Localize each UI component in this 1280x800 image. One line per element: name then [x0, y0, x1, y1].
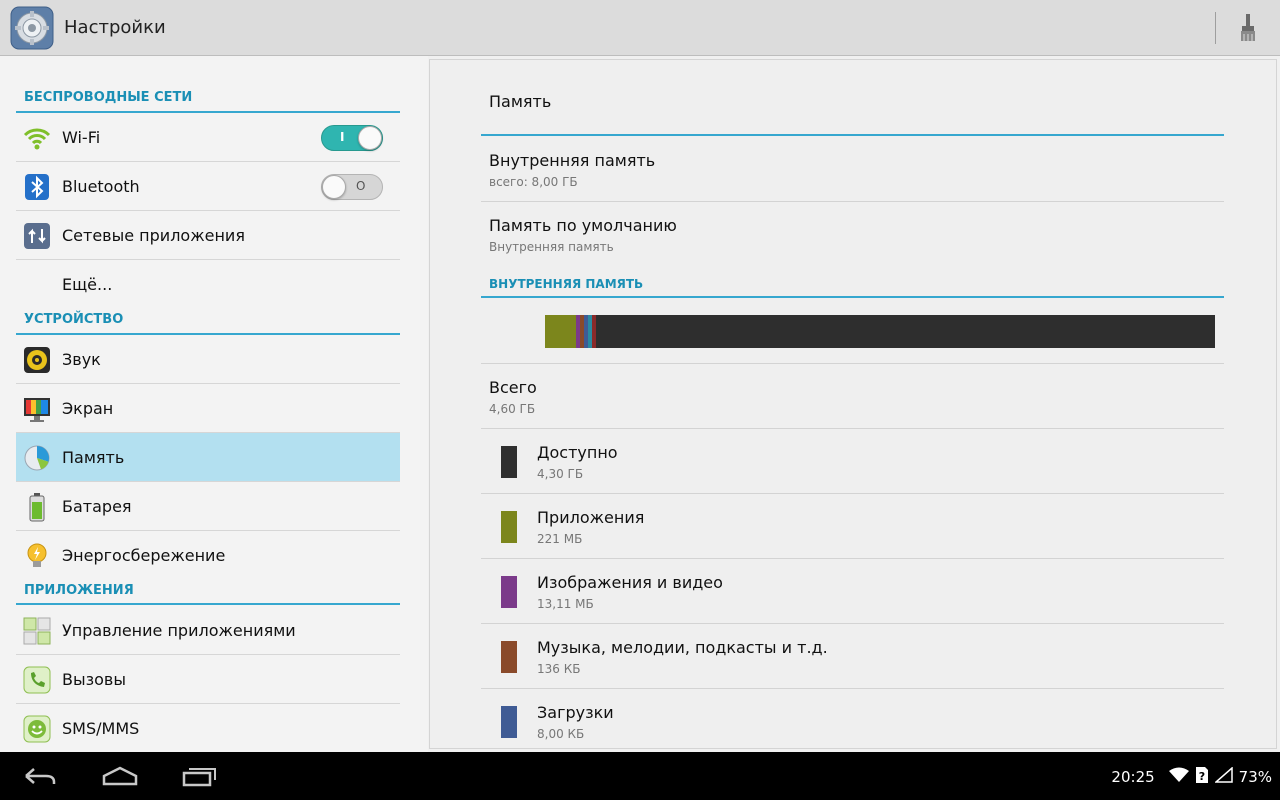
- status-area: 20:25 ? 73%: [1111, 766, 1272, 788]
- legend-summary: 8,00 КБ: [537, 727, 585, 741]
- sidebar-item-battery[interactable]: Батарея: [16, 482, 400, 531]
- sms-icon: [22, 714, 52, 744]
- action-bar-divider: [1215, 12, 1216, 44]
- pref-title: Внутренняя память: [489, 151, 656, 170]
- sidebar-item-label: Ещё...: [62, 275, 113, 294]
- legend-swatch: [501, 576, 517, 608]
- back-icon[interactable]: [10, 760, 70, 792]
- wifi-toggle[interactable]: I: [321, 125, 383, 151]
- sidebar-item-app-manager[interactable]: Управление приложениями: [16, 606, 400, 655]
- app-manager-icon: [22, 616, 52, 646]
- sidebar-item-display[interactable]: Экран: [16, 384, 400, 433]
- legend-summary: 4,30 ГБ: [537, 467, 584, 481]
- sidebar-item-label: Память: [62, 448, 125, 467]
- storage-panel: Память Внутренняя память всего: 8,00 ГБ …: [429, 59, 1277, 749]
- sidebar-item-label: Сетевые приложения: [62, 226, 245, 245]
- sidebar-item-more[interactable]: Ещё...: [16, 260, 400, 309]
- sidebar-item-label: Управление приложениями: [62, 621, 296, 640]
- sidebar-item-network-apps[interactable]: Сетевые приложения: [16, 211, 400, 260]
- status-signal-icon: [1213, 766, 1233, 787]
- sidebar-item-label: Звук: [62, 350, 101, 369]
- sidebar-item-sound[interactable]: Звук: [16, 335, 400, 384]
- sidebar-item-storage[interactable]: Память: [16, 433, 400, 482]
- pref-internal-storage[interactable]: Внутренняя память всего: 8,00 ГБ: [481, 137, 1224, 202]
- sidebar-item-label: Wi-Fi: [62, 128, 101, 147]
- toggle-mark: O: [356, 179, 366, 193]
- status-sim-icon: ?: [1195, 766, 1209, 788]
- legend-music[interactable]: Музыка, мелодии, подкасты и т.д. 136 КБ: [481, 624, 1224, 689]
- bluetooth-toggle[interactable]: O: [321, 174, 383, 200]
- toggle-knob: [322, 175, 346, 199]
- category-wireless: БЕСПРОВОДНЫЕ СЕТИ: [24, 90, 193, 105]
- phone-icon: [22, 665, 52, 695]
- legend-title: Музыка, мелодии, подкасты и т.д.: [537, 638, 828, 657]
- sidebar-item-label: Батарея: [62, 497, 132, 516]
- sidebar-item-label: SMS/MMS: [62, 719, 140, 738]
- pref-title: Всего: [489, 378, 537, 397]
- category-apps: ПРИЛОЖЕНИЯ: [24, 583, 134, 598]
- app-title: Настройки: [64, 17, 166, 38]
- power-saving-bulb-icon: [22, 541, 52, 571]
- display-icon: [22, 394, 52, 424]
- category-device: УСТРОЙСТВО: [24, 312, 124, 327]
- legend-images-video[interactable]: Изображения и видео 13,11 МБ: [481, 559, 1224, 624]
- category-divider: [16, 603, 400, 605]
- legend-title: Приложения: [537, 508, 645, 527]
- legend-summary: 13,11 МБ: [537, 597, 594, 611]
- sidebar-item-sms[interactable]: SMS/MMS: [16, 704, 400, 753]
- pref-total: Всего 4,60 ГБ: [481, 364, 1224, 429]
- section-internal-storage: ВНУТРЕННЯЯ ПАМЯТЬ: [489, 277, 644, 291]
- pref-title: Память по умолчанию: [489, 216, 677, 235]
- section-divider: [481, 296, 1224, 298]
- pref-default-storage[interactable]: Память по умолчанию Внутренняя память: [481, 202, 1224, 267]
- legend-summary: 221 МБ: [537, 532, 583, 546]
- pref-summary: всего: 8,00 ГБ: [489, 175, 578, 189]
- status-wifi-icon: [1168, 767, 1189, 787]
- brush-icon[interactable]: [1228, 10, 1268, 46]
- action-bar: Настройки: [0, 0, 1280, 56]
- title-divider: [481, 134, 1224, 136]
- sidebar-item-label: Вызовы: [62, 670, 126, 689]
- sidebar-item-bluetooth[interactable]: Bluetooth O: [16, 162, 400, 211]
- sidebar-item-calls[interactable]: Вызовы: [16, 655, 400, 704]
- speaker-icon: [22, 345, 52, 375]
- usage-segment: [591, 315, 596, 348]
- legend-available[interactable]: Доступно 4,30 ГБ: [481, 429, 1224, 494]
- legend-downloads[interactable]: Загрузки 8,00 КБ: [481, 689, 1224, 754]
- storage-pie-icon: [22, 443, 52, 473]
- page-title: Память: [489, 92, 552, 111]
- system-nav-bar: 20:25 ? 73%: [0, 752, 1280, 800]
- status-time: 20:25: [1111, 768, 1155, 786]
- legend-swatch: [501, 511, 517, 543]
- storage-usage-bar: [545, 315, 1215, 348]
- sidebar-item-label: Энергосбережение: [62, 546, 226, 565]
- settings-sidebar: БЕСПРОВОДНЫЕ СЕТИ Wi-Fi I Bluetooth O Се…: [0, 56, 428, 752]
- sidebar-item-label: Экран: [62, 399, 114, 418]
- sidebar-item-label: Bluetooth: [62, 177, 140, 196]
- toggle-knob: [358, 126, 382, 150]
- wifi-icon: [22, 123, 52, 153]
- recent-apps-icon[interactable]: [170, 760, 230, 792]
- settings-gear-icon[interactable]: [10, 6, 54, 50]
- battery-icon: [22, 492, 52, 522]
- legend-title: Загрузки: [537, 703, 614, 722]
- toggle-mark: I: [340, 130, 345, 144]
- legend-title: Изображения и видео: [537, 573, 723, 592]
- pref-summary: 4,60 ГБ: [489, 402, 536, 416]
- pref-summary: Внутренняя память: [489, 240, 614, 254]
- home-icon[interactable]: [90, 760, 150, 792]
- legend-title: Доступно: [537, 443, 618, 462]
- legend-swatch: [501, 641, 517, 673]
- svg-text:?: ?: [1198, 770, 1204, 783]
- sidebar-item-wifi[interactable]: Wi-Fi I: [16, 113, 400, 162]
- legend-apps[interactable]: Приложения 221 МБ: [481, 494, 1224, 559]
- sidebar-item-power-saving[interactable]: Энергосбережение: [16, 531, 400, 580]
- network-apps-icon: [22, 221, 52, 251]
- usage-segment: [545, 315, 576, 348]
- legend-swatch: [501, 446, 517, 478]
- bluetooth-icon: [22, 172, 52, 202]
- status-battery-text: 73%: [1238, 768, 1272, 786]
- legend-summary: 136 КБ: [537, 662, 581, 676]
- legend-swatch: [501, 706, 517, 738]
